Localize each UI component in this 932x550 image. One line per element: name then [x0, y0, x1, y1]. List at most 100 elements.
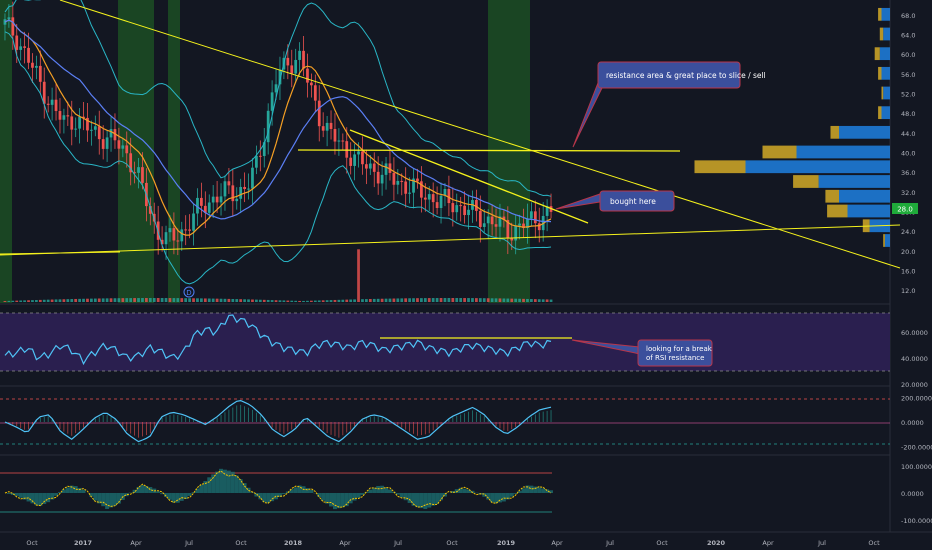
volume-bar: [54, 299, 58, 302]
candle: [90, 120, 93, 146]
candle: [31, 53, 34, 83]
volume-bar: [290, 300, 294, 302]
volume-bar: [133, 298, 136, 302]
volume-bar: [368, 299, 372, 302]
volume-bar: [262, 299, 266, 302]
oscillator-tick-label: 100.0000: [901, 463, 932, 471]
price-tick-label: 52.0: [901, 91, 915, 99]
volume-bar: [294, 300, 298, 302]
candle: [310, 73, 313, 98]
time-tick-label: Jul: [605, 539, 614, 547]
volume-bar: [522, 298, 525, 302]
volume-bar: [82, 298, 85, 302]
dividend-marker[interactable]: D: [183, 286, 195, 298]
price-tick-label: 60.0: [901, 51, 915, 59]
callout-resistance[interactable]: resistance area & great place to slice /…: [572, 61, 766, 148]
volume-bar: [345, 299, 349, 302]
candle: [313, 74, 317, 113]
volume-bar: [97, 298, 101, 302]
volume-bar: [3, 301, 7, 302]
time-tick-label: Oct: [446, 539, 458, 547]
rsi-tick-label: 60.0000: [901, 329, 928, 337]
volume-bar: [66, 299, 70, 302]
volume-bar: [541, 299, 545, 302]
volume-bar: [526, 298, 529, 302]
candle: [361, 136, 364, 175]
volume-bar: [211, 298, 215, 302]
green-zone-1: [0, 0, 12, 303]
volume-bar: [376, 298, 380, 302]
candle: [46, 96, 50, 113]
candle: [412, 168, 415, 209]
candle: [105, 130, 109, 162]
volume-bar: [475, 298, 478, 302]
volume-bar: [384, 298, 388, 302]
volume-bar: [235, 299, 239, 302]
volume-bar: [302, 300, 305, 302]
candle: [247, 173, 250, 200]
bollinger-upper-line: [4, 0, 552, 197]
volume-bar: [533, 299, 537, 302]
candle: [258, 140, 262, 172]
volume-bar: [459, 298, 463, 302]
volume-profile-bar: [881, 66, 890, 80]
volume-bar: [31, 300, 34, 302]
volume-bar: [125, 298, 129, 302]
price-tick-label: 64.0: [901, 32, 915, 40]
volume-bar: [435, 298, 439, 302]
candle: [447, 175, 451, 217]
volume-bar: [255, 299, 258, 302]
candle: [329, 110, 333, 140]
volume-bar: [141, 298, 144, 302]
candle: [42, 67, 46, 119]
volume-profile-bar: [883, 234, 885, 247]
candle: [262, 127, 266, 168]
callout-rsi-line-2: of RSI resistance: [646, 354, 704, 362]
volume-bar: [341, 299, 345, 302]
volume-bar: [50, 299, 54, 302]
volume-bar: [148, 298, 152, 302]
candle: [184, 215, 188, 246]
volume-bar: [62, 299, 66, 302]
candle: [235, 187, 239, 210]
volume-bar: [109, 298, 113, 302]
candle: [255, 145, 258, 175]
volume-bar: [74, 298, 78, 302]
volume-bar: [270, 300, 274, 302]
volume-bar: [38, 299, 42, 302]
candle: [74, 117, 78, 138]
last-price-tag: 28.0: [892, 203, 918, 214]
volume-bar: [42, 299, 46, 302]
volume-bars: [3, 249, 553, 302]
volume-profile-bar: [796, 145, 890, 159]
volume-bar: [514, 298, 518, 302]
volume-bar: [176, 298, 180, 302]
volume-bar: [286, 300, 290, 302]
volume-bar: [282, 300, 286, 302]
candle: [231, 169, 235, 217]
callout-bought[interactable]: bought here: [555, 190, 675, 212]
green-zone-4: [488, 0, 530, 303]
volume-bar: [423, 298, 427, 302]
volume-bar: [243, 299, 246, 302]
price-tick-label: 56.0: [901, 71, 915, 79]
time-tick-label: Apr: [339, 539, 351, 547]
candle: [376, 156, 380, 195]
volume-bar: [412, 298, 415, 302]
volume-bar: [180, 298, 184, 302]
volume-bar: [396, 298, 400, 302]
volume-bar: [420, 298, 423, 302]
candle: [349, 142, 353, 175]
candle: [306, 53, 309, 98]
volume-bar: [266, 299, 270, 302]
volume-bar: [19, 300, 23, 302]
rsi-tick-label: 40.0000: [901, 355, 928, 363]
green-zone-3: [168, 0, 180, 303]
volume-bar: [317, 300, 321, 302]
volume-profile-bar: [879, 27, 884, 41]
volume-bar: [349, 299, 353, 302]
volume-bar: [215, 298, 219, 302]
candle: [408, 177, 411, 204]
green-zone-2: [118, 0, 154, 303]
volume-bar: [455, 298, 459, 302]
